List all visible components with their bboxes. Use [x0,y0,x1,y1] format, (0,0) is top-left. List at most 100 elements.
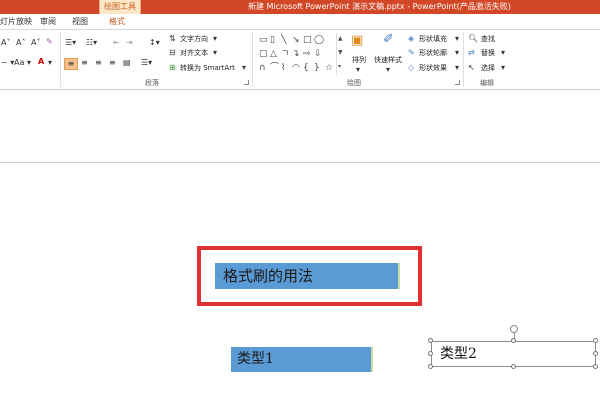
arrange-label[interactable]: 排列 [352,55,366,65]
resize-handle-top[interactable] [511,338,516,343]
down-arrow-shape-icon[interactable]: ⇩ [314,49,322,59]
elbow-connector-icon[interactable]: ㄱ [281,49,289,59]
distributed-icon[interactable]: ▤ [123,58,131,68]
text-direction-dropdown-icon[interactable]: ▾ [213,34,217,44]
window-title: 新建 Microsoft PowerPoint 演示文稿.pptx - Powe… [248,2,511,11]
select-label[interactable]: 选择 [481,63,495,73]
quick-styles-dropdown-icon[interactable]: ▾ [386,65,390,75]
shrink-font-icon[interactable]: A˅ [31,38,40,48]
numbering-icon[interactable]: ☷▾ [86,38,97,48]
align-text-label[interactable]: 对齐文本 [180,48,208,58]
elbow-arrow-icon[interactable]: ↴ [292,49,300,59]
star-shape-icon[interactable]: ☆ [325,63,333,73]
columns-icon[interactable]: ☰▾ [141,58,152,68]
font-size-dropdown-icon[interactable]: A˅ [1,38,10,48]
tab-slideshow[interactable]: 灯片放映 [0,14,32,30]
textbox-shape-icon[interactable]: ▭ [259,35,268,45]
right-arrow-shape-icon[interactable]: ⇨ [303,49,311,59]
shape-effects-dropdown-icon[interactable]: ▾ [455,63,459,73]
curve-shape-icon[interactable]: ∩ [259,63,266,73]
paragraph-group-label: 段落 [145,79,159,87]
vertical-textbox-icon[interactable]: ▯ [270,35,275,45]
grow-font-icon[interactable]: A˄ [16,38,25,48]
rotate-handle[interactable] [510,325,518,333]
freeform-shape-icon[interactable]: ⌒ [270,63,279,73]
shapes-gallery-scroll[interactable]: ▲ ▼ ▾ [336,33,346,75]
line-spacing-icon[interactable]: ↕▾ [149,38,160,48]
powerpoint-window: 绘图工具 新建 Microsoft PowerPoint 演示文稿.pptx -… [0,0,600,400]
tab-view[interactable]: 视图 [72,14,88,30]
drawing-launcher-icon[interactable] [455,80,460,85]
shape-fill-dropdown-icon[interactable]: ▾ [455,34,459,44]
find-label[interactable]: 查找 [481,34,495,44]
tab-format[interactable]: 格式 [109,14,125,30]
line-shape-icon[interactable]: ╲ [281,35,286,45]
select-icon[interactable]: ↖ [468,63,475,73]
align-center-icon[interactable]: ≡ [81,58,88,68]
shape-effects-icon[interactable]: ◇ [408,63,414,73]
shape-fill-icon[interactable]: ◈ [408,34,414,44]
arrange-icon[interactable]: ▣ [351,34,363,47]
replace-dropdown-icon[interactable]: ▾ [501,48,505,58]
drawing-group-label: 绘图 [347,79,361,87]
shape-outline-icon[interactable]: ✎ [408,48,415,58]
smartart-icon[interactable]: ⊞ [169,63,176,73]
convert-smartart-dropdown-icon[interactable]: ▾ [242,63,246,73]
increase-indent-icon[interactable]: ⇥ [126,38,133,48]
resize-handle-top-right[interactable] [593,338,598,343]
resize-handle-bottom[interactable] [511,364,516,369]
bullets-icon[interactable]: ☰▾ [65,38,76,48]
replace-label[interactable]: 替换 [481,48,495,58]
resize-handle-bottom-right[interactable] [593,364,598,369]
shape-fill-label[interactable]: 形状填充 [419,34,447,44]
paragraph-launcher-icon[interactable] [244,80,249,85]
shape-outline-dropdown-icon[interactable]: ▾ [455,48,459,58]
oval-shape-icon[interactable]: ◯ [314,35,324,45]
scroll-up-icon[interactable]: ▲ [338,35,343,42]
resize-handle-top-left[interactable] [428,338,433,343]
editing-group-label: 编辑 [480,79,494,87]
align-text-icon[interactable]: ⊟ [169,48,176,58]
arrange-dropdown-icon[interactable]: ▾ [356,65,360,75]
more-icon[interactable]: ~ ▾ [1,58,14,68]
arc-shape-icon[interactable]: ◠ [292,63,300,73]
shape-outline-label[interactable]: 形状轮廓 [419,48,447,58]
justify-icon[interactable]: ≡ [109,58,116,68]
change-case-button[interactable]: Aa [14,58,24,68]
rectangle-shape-icon[interactable]: □ [303,35,312,45]
resize-handle-right[interactable] [593,351,598,356]
font-color-dropdown-icon[interactable]: ▾ [48,58,52,68]
align-left-icon[interactable]: ≡ [64,58,78,70]
gallery-more-icon[interactable]: ▾ [338,63,341,70]
editor-upper-area [0,91,600,163]
find-icon[interactable]: 🔍︎ [468,34,478,44]
text-direction-icon[interactable]: ⇅ [169,34,176,44]
decrease-indent-icon[interactable]: ⇤ [113,38,120,48]
select-dropdown-icon[interactable]: ▾ [501,63,505,73]
clear-formatting-icon[interactable]: ✎ [46,37,53,47]
align-text-dropdown-icon[interactable]: ▾ [213,48,217,58]
change-case-dropdown-icon[interactable]: ▾ [27,58,31,68]
align-right-icon[interactable]: ≡ [95,58,102,68]
type1-textbox[interactable]: 类型1 [231,347,373,372]
scroll-down-icon[interactable]: ▼ [338,49,343,56]
scribble-shape-icon[interactable]: ⌇ [281,63,285,73]
shapes-gallery[interactable]: ▭ ▯ ╲ ↘ □ ◯ ▢ △ ㄱ ↴ ⇨ ⇩ ∩ ⌒ ⌇ ◠ { } ☆ [257,33,335,75]
drawing-tools-context-tab[interactable]: 绘图工具 [99,0,141,14]
rounded-rect-icon[interactable]: ▢ [259,49,268,59]
group-separator [252,32,253,87]
arrow-line-icon[interactable]: ↘ [292,35,300,45]
triangle-shape-icon[interactable]: △ [270,49,277,59]
right-brace-icon[interactable]: } [314,63,320,73]
resize-handle-bottom-left[interactable] [428,364,433,369]
convert-smartart-label[interactable]: 转换为 SmartArt [180,63,235,73]
shape-effects-label[interactable]: 形状效果 [419,63,447,73]
resize-handle-left[interactable] [428,351,433,356]
font-color-icon[interactable]: A [38,57,44,67]
replace-icon[interactable]: ⇄ [468,48,475,58]
quick-styles-label[interactable]: 快速样式 [374,55,402,65]
text-direction-label[interactable]: 文字方向 [180,34,208,44]
tab-review[interactable]: 审阅 [40,14,56,30]
quick-styles-icon[interactable]: ✐ [383,33,394,46]
left-brace-icon[interactable]: { [303,63,309,73]
